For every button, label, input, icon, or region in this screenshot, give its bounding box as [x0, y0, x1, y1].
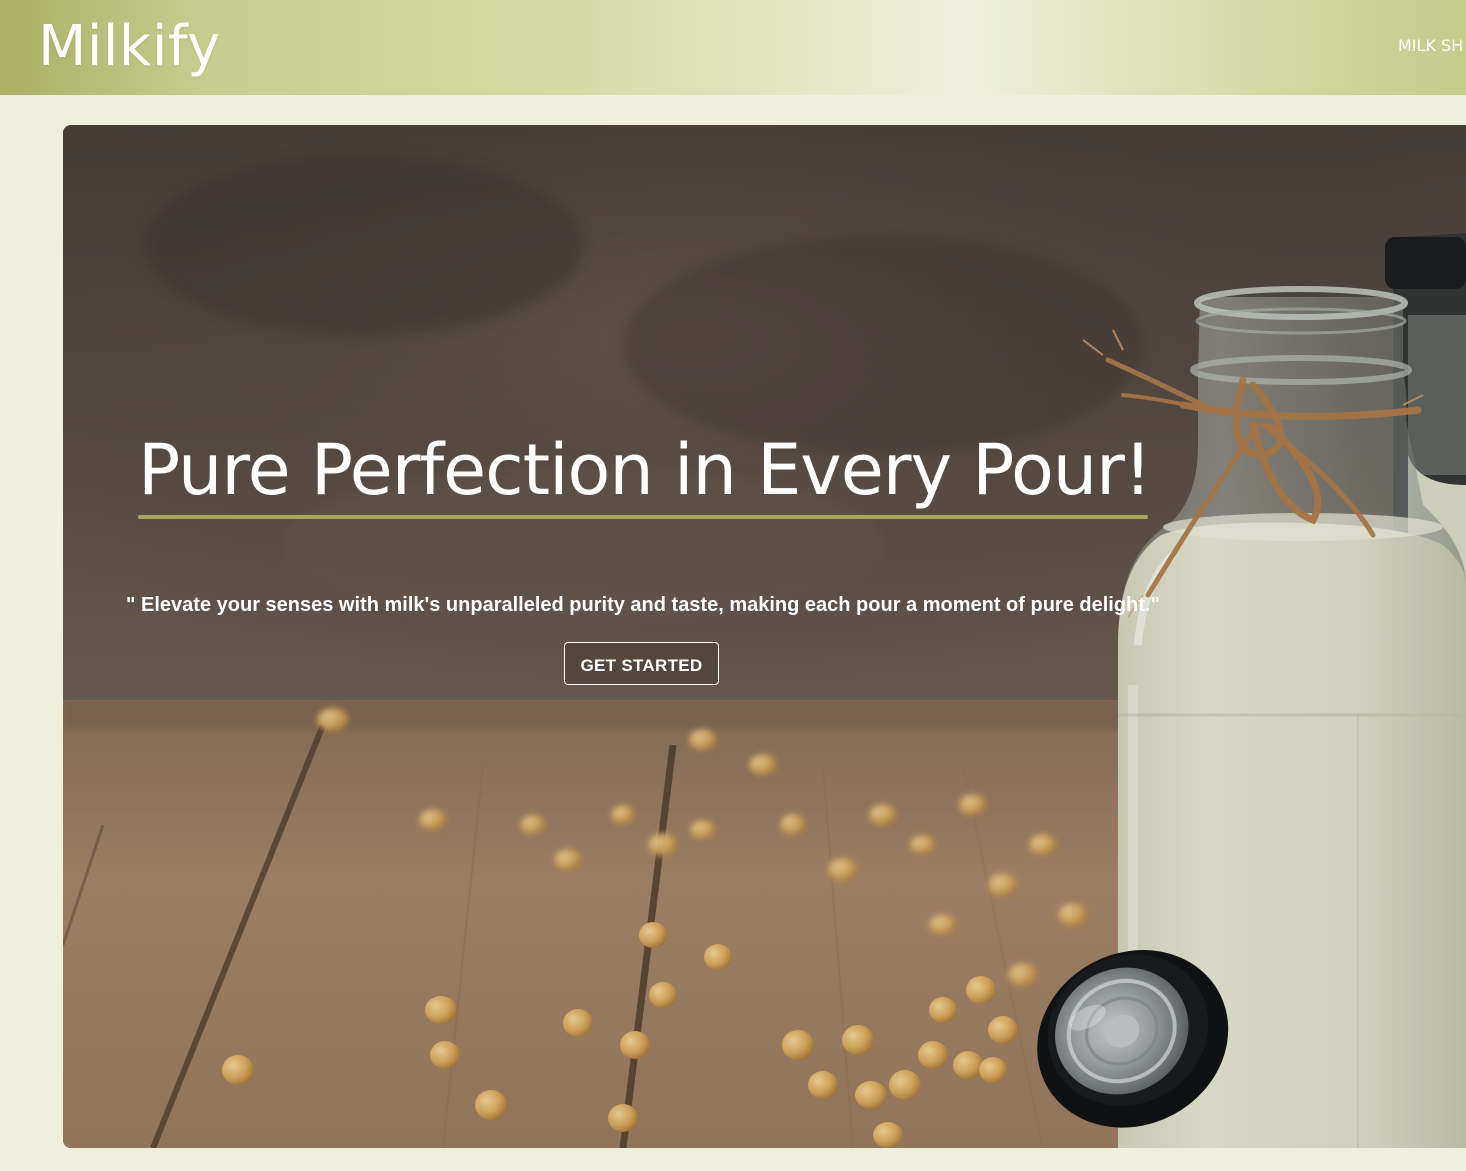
hero-banner: Pure Perfection in Every Pour! " Elevate… — [63, 125, 1466, 1148]
brand-logo[interactable]: Milkify — [38, 12, 221, 82]
get-started-button[interactable]: GET STARTED — [564, 642, 719, 685]
hero-title: Pure Perfection in Every Pour! — [138, 429, 1152, 511]
hero-tagline: " Elevate your senses with milk's unpara… — [126, 594, 1160, 616]
hero-title-underline — [138, 515, 1148, 519]
navbar: Milkify MILK SH — [0, 0, 1466, 95]
hero-background-image — [63, 125, 1466, 1148]
nav-link-milk-shakes[interactable]: MILK SH — [1398, 36, 1463, 56]
